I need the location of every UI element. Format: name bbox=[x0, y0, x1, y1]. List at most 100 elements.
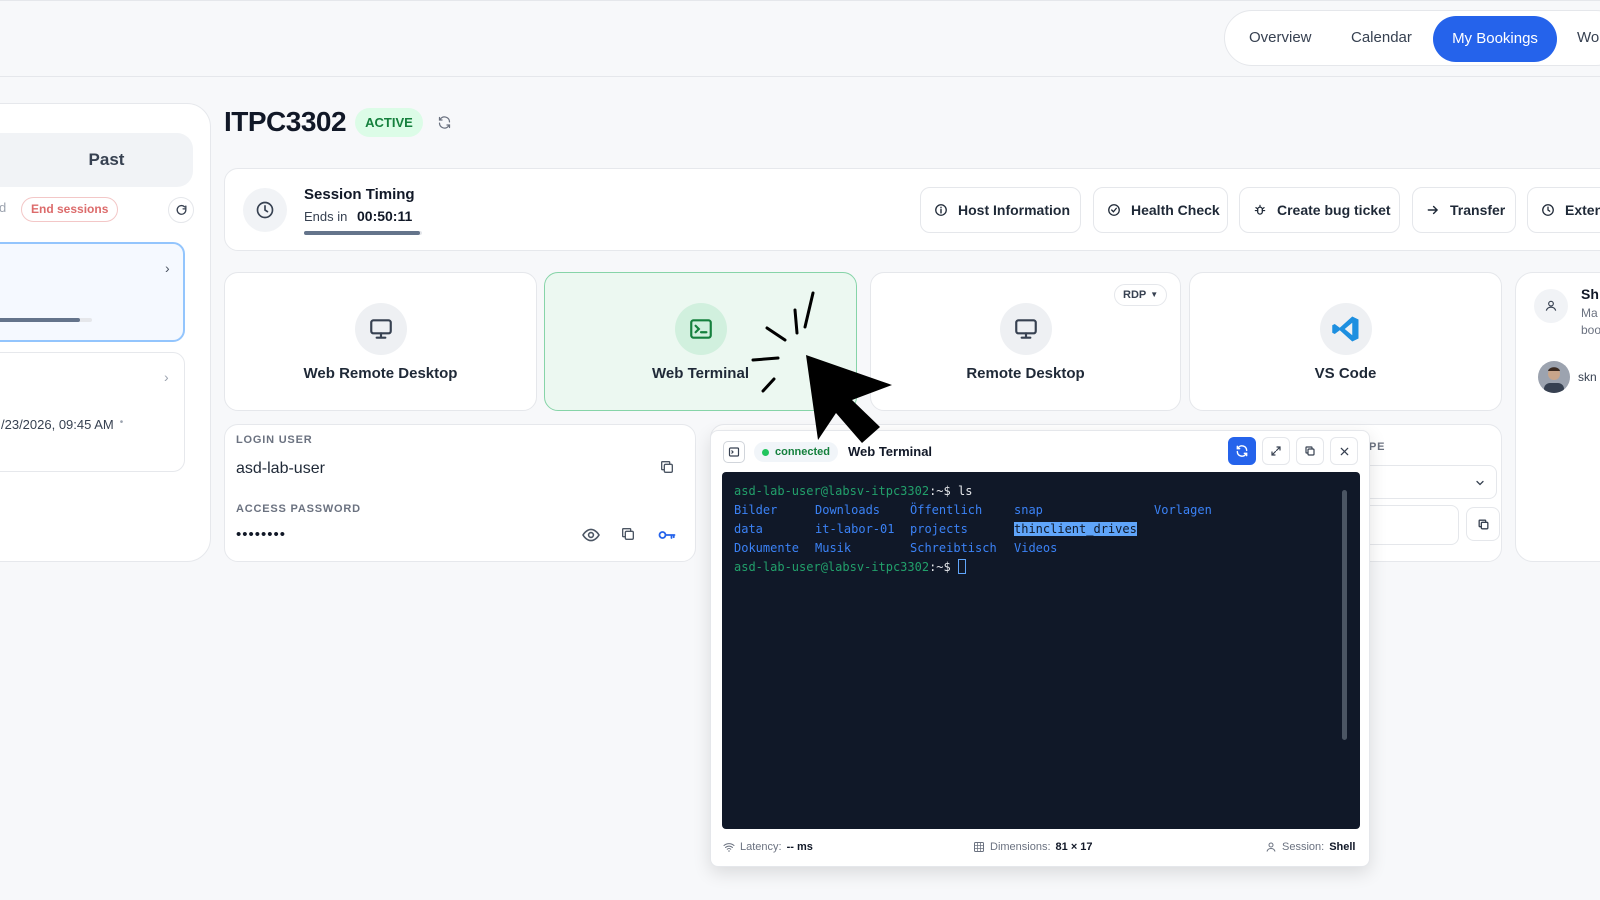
remaining-time: 00:50:11 bbox=[357, 208, 413, 224]
monitor-icon bbox=[355, 303, 407, 355]
nav-my-bookings[interactable]: My Bookings bbox=[1433, 16, 1557, 62]
password-value: •••••••• bbox=[236, 526, 287, 543]
terminal-line: Bilder Downloads Öffentlich snap Vorlagen bbox=[734, 501, 1348, 520]
session-timing-title: Session Timing bbox=[304, 186, 415, 203]
type-input[interactable] bbox=[1361, 505, 1459, 545]
protocol-select[interactable]: RDP ▼ bbox=[1114, 284, 1168, 306]
credentials-card: LOGIN USER asd-lab-user ACCESS PASSWORD … bbox=[224, 424, 696, 562]
latency-label: Latency: bbox=[740, 841, 782, 853]
protocol-value: RDP bbox=[1123, 289, 1147, 301]
copy-user-button[interactable] bbox=[659, 459, 675, 475]
vs-code-tile[interactable]: VS Code bbox=[1189, 272, 1502, 411]
dir-entry: snap bbox=[1014, 503, 1043, 517]
web-remote-desktop-tile[interactable]: Web Remote Desktop bbox=[224, 272, 537, 411]
command-text: ls bbox=[950, 484, 973, 498]
share-title: Sh bbox=[1581, 286, 1599, 302]
terminal-scrollbar[interactable] bbox=[1342, 490, 1347, 740]
ends-in-label: Ends in bbox=[304, 209, 348, 224]
dir-entry: projects bbox=[910, 522, 968, 536]
terminal-line: asd-lab-user@labsv-itpc3302:~$ ls bbox=[734, 482, 1348, 501]
copy-icon bbox=[622, 528, 634, 540]
dir-entry: Vorlagen bbox=[1154, 503, 1212, 517]
dir-entry: Videos bbox=[1014, 541, 1058, 555]
booking-progress-fill bbox=[0, 318, 80, 322]
close-terminal-button[interactable] bbox=[1330, 437, 1358, 465]
health-check-label: Health Check bbox=[1131, 202, 1220, 218]
session-value: Shell bbox=[1329, 841, 1356, 853]
booking-card-selected[interactable]: › bbox=[0, 242, 185, 342]
booking-date: /23/2026, 09:45 AM bbox=[1, 417, 114, 432]
booking-card[interactable]: › /23/2026, 09:45 AM • bbox=[0, 352, 185, 472]
terminal-cursor bbox=[957, 559, 966, 574]
dir-entry: Schreibtisch bbox=[910, 541, 997, 555]
prompt-user-host: asd-lab-user@labsv-itpc3302 bbox=[734, 484, 930, 498]
session-progress-track bbox=[304, 231, 422, 235]
terminal-icon bbox=[675, 303, 727, 355]
copy-setting-button[interactable] bbox=[1466, 507, 1500, 541]
copy-icon bbox=[661, 461, 673, 473]
terminal-screen[interactable]: asd-lab-user@labsv-itpc3302:~$ ls Bilder… bbox=[722, 472, 1360, 829]
extend-label: Exten bbox=[1565, 202, 1600, 218]
refresh-icon bbox=[1236, 445, 1248, 457]
main-nav: Overview Calendar My Bookings Wo bbox=[1224, 10, 1600, 66]
access-password-label: ACCESS PASSWORD bbox=[236, 503, 361, 515]
show-password-button[interactable] bbox=[581, 527, 601, 543]
copy-password-button[interactable] bbox=[620, 526, 636, 542]
type-select[interactable] bbox=[1361, 465, 1497, 499]
terminal-line: data it-labor-01 projects thinclient_drives bbox=[734, 520, 1348, 539]
wifi-icon bbox=[723, 843, 735, 852]
user-icon bbox=[1266, 842, 1276, 852]
vscode-icon bbox=[1320, 303, 1372, 355]
transfer-button[interactable]: Transfer bbox=[1412, 187, 1516, 233]
session-indicator: Session: Shell bbox=[1265, 841, 1356, 853]
shared-user-name: skn bbox=[1578, 370, 1597, 384]
create-bug-ticket-button[interactable]: Create bug ticket bbox=[1239, 187, 1400, 233]
dir-entry: Dokumente bbox=[734, 541, 800, 555]
dir-entry: it-labor-01 bbox=[815, 522, 895, 536]
web-remote-desktop-label: Web Remote Desktop bbox=[303, 365, 458, 382]
prompt-user-host: asd-lab-user@labsv-itpc3302 bbox=[734, 560, 930, 574]
booking-progress-track bbox=[0, 318, 92, 322]
session-progress-fill bbox=[304, 231, 420, 235]
host-information-button[interactable]: Host Information bbox=[920, 187, 1081, 233]
extend-button[interactable]: Exten bbox=[1527, 187, 1600, 233]
nav-workspace[interactable]: Wo bbox=[1577, 11, 1599, 65]
health-check-button[interactable]: Health Check bbox=[1093, 187, 1228, 233]
dir-entry: Downloads bbox=[815, 503, 881, 517]
key-button[interactable] bbox=[658, 529, 676, 541]
dimensions-label: Dimensions: bbox=[990, 841, 1051, 853]
login-user-label: LOGIN USER bbox=[236, 434, 313, 446]
chevron-right-icon: › bbox=[165, 260, 170, 276]
fullscreen-button[interactable] bbox=[1262, 437, 1290, 465]
prompt-suffix: :~$ bbox=[929, 484, 951, 498]
tab-past[interactable]: Past bbox=[0, 133, 193, 187]
reconnect-button[interactable] bbox=[1228, 437, 1256, 465]
refresh-list-button[interactable] bbox=[168, 197, 194, 223]
top-bar: Overview Calendar My Bookings Wo bbox=[0, 0, 1600, 77]
check-circle-icon bbox=[1108, 204, 1120, 216]
monitor-icon bbox=[1000, 303, 1052, 355]
grid-icon bbox=[974, 842, 984, 852]
nav-overview[interactable]: Overview bbox=[1249, 11, 1312, 65]
host-title: ITPC3302 bbox=[224, 106, 347, 137]
terminal-line: Dokumente Musik Schreibtisch Videos bbox=[734, 539, 1348, 558]
dir-entry: data bbox=[734, 522, 763, 536]
remote-desktop-tile[interactable]: RDP ▼ Remote Desktop bbox=[870, 272, 1181, 411]
end-sessions-button[interactable]: End sessions bbox=[21, 197, 119, 222]
refresh-status-button[interactable] bbox=[437, 115, 452, 130]
info-icon bbox=[935, 204, 947, 216]
user-icon bbox=[1534, 289, 1568, 323]
caret-down-icon: ▼ bbox=[1150, 290, 1159, 299]
nav-calendar[interactable]: Calendar bbox=[1351, 11, 1412, 65]
dimensions-indicator: Dimensions: 81 × 17 bbox=[973, 841, 1093, 853]
top-divider bbox=[0, 0, 1600, 1]
close-icon bbox=[1340, 447, 1348, 455]
copy-icon bbox=[1478, 519, 1488, 529]
chevron-right-icon: › bbox=[164, 369, 169, 385]
copy-terminal-button[interactable] bbox=[1296, 437, 1324, 465]
dir-entry: Musik bbox=[815, 541, 852, 555]
latency-indicator: Latency: -- ms bbox=[723, 841, 813, 853]
eye-icon bbox=[582, 528, 600, 542]
host-information-label: Host Information bbox=[958, 202, 1070, 218]
copy-icon bbox=[1305, 446, 1315, 456]
